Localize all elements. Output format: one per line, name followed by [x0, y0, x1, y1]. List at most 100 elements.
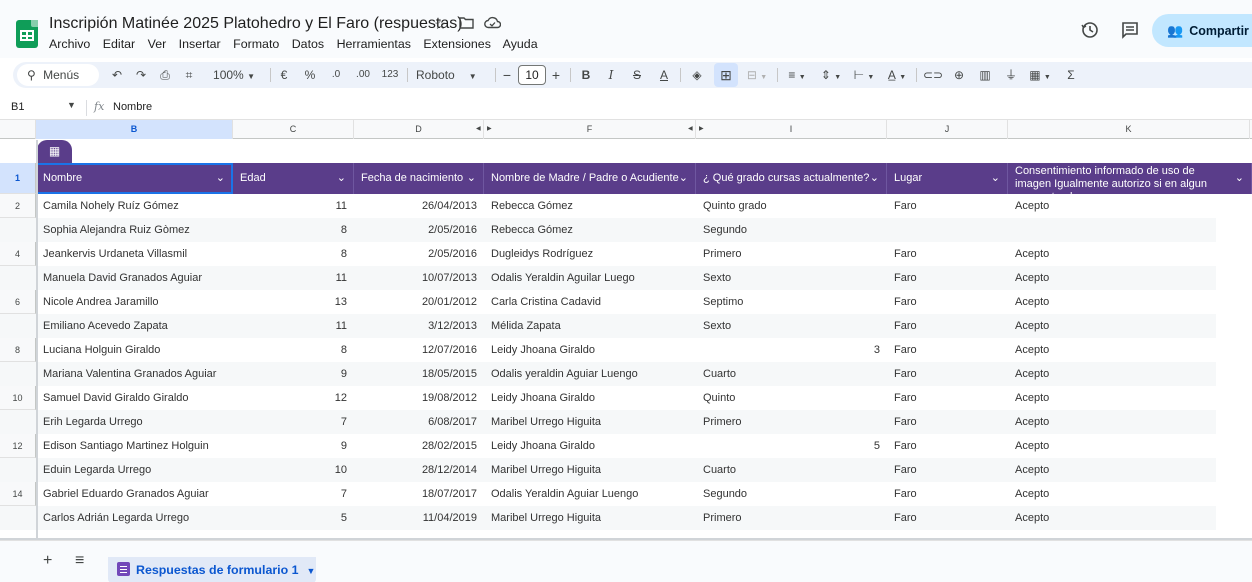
cell-nombre[interactable]: Eduin Legarda Urrego — [36, 458, 233, 482]
cell-acudiente[interactable]: Maribel Urrego Higuita — [484, 458, 696, 482]
cell-fecha-nacimiento[interactable]: 18/05/2015 — [354, 362, 484, 386]
menu-herramientas[interactable]: Herramientas — [337, 37, 411, 51]
menu-formato[interactable]: Formato — [233, 37, 279, 51]
cell-acudiente[interactable]: Rebecca Gómez — [484, 218, 696, 242]
cell-edad[interactable]: 12 — [233, 386, 354, 410]
currency-format-button[interactable]: € — [276, 62, 292, 88]
cell-nombre[interactable]: Nicole Andrea Jaramillo — [36, 290, 233, 314]
chevron-down-icon[interactable]: ⌄ — [991, 163, 1000, 194]
cell-fecha-nacimiento[interactable]: 18/07/2017 — [354, 482, 484, 506]
undo-icon[interactable]: ↶ — [108, 62, 126, 88]
cell-grado-numero[interactable] — [696, 506, 887, 530]
increase-decimals-button[interactable]: .00 — [352, 62, 374, 88]
header-cell-edad[interactable]: Edad ⌄ — [233, 163, 354, 194]
functions-button[interactable]: Σ — [1062, 62, 1080, 88]
cell-edad[interactable]: 8 — [233, 242, 354, 266]
cell-consentimiento[interactable]: Acepto — [1008, 338, 1252, 362]
cell-nombre[interactable]: Emiliano Acevedo Zapata — [36, 314, 233, 338]
header-cell-fecha-nacimiento[interactable]: Fecha de nacimiento ⌄ — [354, 163, 484, 194]
chevron-down-icon[interactable]: ⌄ — [216, 163, 225, 194]
cell-fecha-nacimiento[interactable]: 19/08/2012 — [354, 386, 484, 410]
cell-consentimiento[interactable]: Acepto — [1008, 410, 1252, 434]
sheet-tab-respuestas[interactable]: Respuestas de formulario 1 ▼ — [108, 557, 316, 582]
cell-grado-numero[interactable] — [696, 386, 887, 410]
menu-editar[interactable]: Editar — [103, 37, 135, 51]
cell-nombre[interactable]: Manuela David Granados Aguiar — [36, 266, 233, 290]
column-header-k[interactable]: K — [1008, 120, 1250, 139]
cell-nombre[interactable]: Jeankervis Urdaneta Villasmil — [36, 242, 233, 266]
header-cell-consentimiento[interactable]: Consentimiento informado de uso de image… — [1008, 163, 1252, 194]
version-history-icon[interactable] — [1080, 21, 1100, 41]
all-sheets-icon[interactable]: ≡ — [75, 552, 84, 570]
cell-lugar[interactable]: Faro — [887, 506, 1008, 530]
cell-edad[interactable]: 8 — [233, 338, 354, 362]
add-sheet-icon[interactable]: + — [43, 552, 52, 570]
column-header-c[interactable]: C — [233, 120, 354, 139]
move-folder-icon[interactable] — [459, 16, 474, 32]
comments-icon[interactable] — [1120, 21, 1140, 41]
menu-archivo[interactable]: Archivo — [49, 37, 90, 51]
cell-nombre[interactable]: Luciana Holguin Giraldo — [36, 338, 233, 362]
italic-button[interactable]: I — [603, 62, 619, 88]
cell-fecha-nacimiento[interactable]: 2/05/2016 — [354, 218, 484, 242]
cell-consentimiento[interactable]: Acepto — [1008, 506, 1252, 530]
cell-consentimiento[interactable]: Acepto — [1008, 314, 1252, 338]
menu-insertar[interactable]: Insertar — [179, 37, 221, 51]
menu-extensiones[interactable]: Extensiones — [423, 37, 491, 51]
cell-lugar[interactable]: Faro — [887, 314, 1008, 338]
cell-edad[interactable]: 9 — [233, 434, 354, 458]
cell-acudiente[interactable]: Leidy Jhoana Giraldo — [484, 434, 696, 458]
cell-acudiente[interactable]: Carla Cristina Cadavid — [484, 290, 696, 314]
cell-edad[interactable]: 7 — [233, 482, 354, 506]
percent-format-button[interactable]: % — [302, 62, 318, 88]
cell-fecha-nacimiento[interactable]: 11/04/2019 — [354, 506, 484, 530]
cell-edad[interactable]: 9 — [233, 362, 354, 386]
chevron-down-icon[interactable]: ⌄ — [467, 163, 476, 194]
cell-consentimiento[interactable]: Acepto — [1008, 194, 1252, 218]
font-size-input[interactable]: 10 — [518, 65, 546, 85]
decrease-decimals-button[interactable]: .0 — [326, 62, 346, 88]
cell-nombre[interactable]: Camila Nohely Ruíz Gómez — [36, 194, 233, 218]
cell-nombre[interactable]: Carlos Adrián Legarda Urrego — [36, 506, 233, 530]
column-header-j[interactable]: J — [887, 120, 1008, 139]
header-cell-nombre[interactable]: Nombre ⌄ — [36, 163, 233, 194]
cell-consentimiento[interactable]: Acepto — [1008, 458, 1252, 482]
text-color-button[interactable]: A — [656, 62, 672, 88]
cell-acudiente[interactable]: Dugleidys Rodríguez — [484, 242, 696, 266]
cell-fecha-nacimiento[interactable]: 26/04/2013 — [354, 194, 484, 218]
cell-acudiente[interactable]: Maribel Urrego Higuita — [484, 410, 696, 434]
decrease-font-size-icon[interactable]: − — [500, 62, 514, 88]
filter-views-icon[interactable]: ▦ ▼ — [1026, 62, 1054, 88]
cell-nombre[interactable]: Gabriel Eduardo Granados Aguiar — [36, 482, 233, 506]
font-family-select[interactable]: Roboto ▼ — [416, 62, 486, 88]
cell-consentimiento[interactable]: Acepto — [1008, 482, 1252, 506]
redo-icon[interactable]: ↷ — [132, 62, 150, 88]
vertical-align-icon[interactable]: ⇕ ▼ — [818, 62, 844, 88]
cell-consentimiento[interactable]: Acepto — [1008, 386, 1252, 410]
cell-nombre[interactable]: Edison Santiago Martinez Holguin — [36, 434, 233, 458]
bold-button[interactable]: B — [578, 62, 594, 88]
cell-lugar[interactable]: Faro — [887, 338, 1008, 362]
name-box[interactable]: B1 — [11, 101, 24, 113]
cell-consentimiento[interactable]: Acepto — [1008, 434, 1252, 458]
cell-lugar[interactable]: Faro — [887, 362, 1008, 386]
text-rotation-icon[interactable]: A̲ ▼ — [884, 62, 910, 88]
cell-nombre[interactable]: Samuel David Giraldo Giraldo — [36, 386, 233, 410]
cell-lugar[interactable] — [887, 218, 1008, 242]
cell-acudiente[interactable]: Mélida Zapata — [484, 314, 696, 338]
sheets-logo-icon[interactable] — [16, 20, 38, 48]
cell-consentimiento[interactable]: Acepto — [1008, 266, 1252, 290]
cell-grado-numero[interactable] — [696, 242, 887, 266]
cell-fecha-nacimiento[interactable]: 2/05/2016 — [354, 242, 484, 266]
cell-fecha-nacimiento[interactable]: 3/12/2013 — [354, 314, 484, 338]
cell-acudiente[interactable]: Rebecca Gómez — [484, 194, 696, 218]
cell-lugar[interactable]: Faro — [887, 290, 1008, 314]
cell-nombre[interactable]: Mariana Valentina Granados Aguiar — [36, 362, 233, 386]
cell-acudiente[interactable]: Odalis yeraldin Aguiar Luengo — [484, 362, 696, 386]
select-all-corner[interactable] — [0, 120, 36, 139]
filter-icon[interactable]: ⏚ — [1002, 62, 1020, 88]
cloud-status-icon[interactable] — [484, 16, 502, 32]
cell-grado-numero[interactable] — [696, 482, 887, 506]
frozen-column-divider[interactable] — [36, 140, 38, 540]
zoom-select[interactable]: 100% ▼ — [209, 62, 259, 88]
